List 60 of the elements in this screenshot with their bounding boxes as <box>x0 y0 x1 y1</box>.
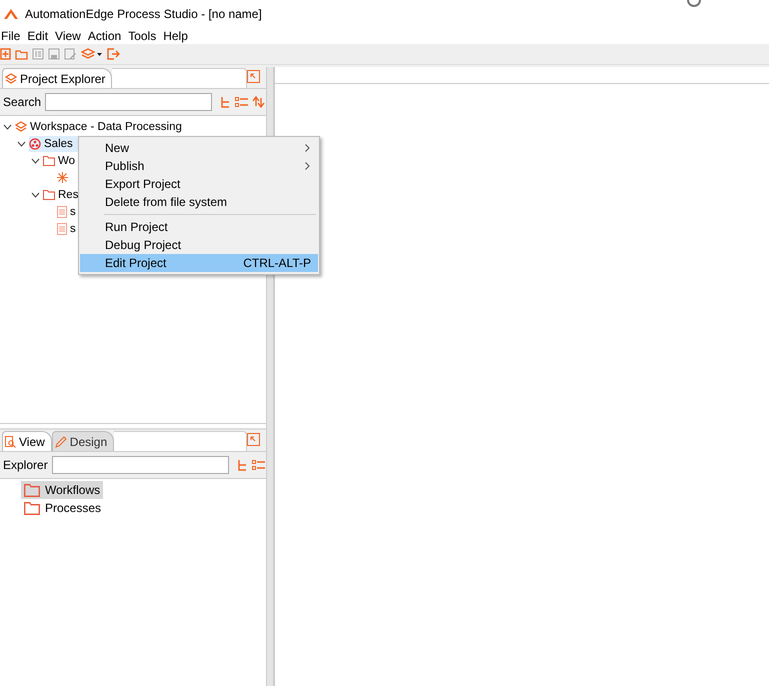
file-icon <box>57 222 67 234</box>
menu-item[interactable]: Export Project <box>80 175 318 193</box>
file-icon <box>57 206 67 218</box>
tree-item[interactable] <box>57 170 68 186</box>
asterisk-icon <box>57 172 68 183</box>
restore-icon[interactable] <box>247 70 260 83</box>
tree-item[interactable]: Workspace - Data Processing <box>15 118 182 134</box>
menu-item[interactable]: Publish <box>80 157 318 175</box>
menu-item[interactable]: Edit <box>26 29 54 43</box>
pencil-icon <box>54 436 67 448</box>
save-icon[interactable] <box>48 48 60 60</box>
chevron-down-icon[interactable] <box>17 140 26 146</box>
tree-item[interactable]: s <box>57 220 76 236</box>
search-field[interactable] <box>45 93 212 111</box>
menu-item[interactable]: Debug Project <box>80 236 318 254</box>
explorer-field[interactable] <box>52 456 229 474</box>
search-label: Search <box>3 95 42 109</box>
list-item[interactable]: Processes <box>21 499 104 517</box>
new-icon[interactable] <box>0 48 11 60</box>
folder-icon <box>43 156 55 166</box>
restore-icon[interactable] <box>247 433 260 446</box>
list-icon[interactable] <box>235 96 248 108</box>
list-item[interactable]: Workflows <box>21 481 104 499</box>
exit-icon[interactable] <box>107 48 120 60</box>
panel-tab[interactable]: View <box>2 431 52 451</box>
project-icon <box>29 138 41 150</box>
hierarchy-icon[interactable] <box>219 96 232 108</box>
chevron-down-icon[interactable] <box>31 192 40 198</box>
hierarchy-icon[interactable] <box>236 458 248 472</box>
save-as-icon[interactable] <box>64 48 77 60</box>
folder-icon <box>24 502 40 514</box>
layers-icon <box>15 120 27 132</box>
app-logo-icon <box>4 9 18 19</box>
document-icon[interactable] <box>32 48 44 60</box>
layers-icon <box>5 72 17 84</box>
loading-icon <box>687 0 701 8</box>
menu-item[interactable]: Delete from file system <box>80 193 318 211</box>
project-explorer-tab[interactable]: Project Explorer <box>2 68 112 88</box>
tree-item[interactable]: Res <box>43 186 78 202</box>
list-icon[interactable] <box>252 460 265 470</box>
folder-icon <box>43 190 55 200</box>
sync-icon[interactable] <box>252 96 266 108</box>
folder-icon <box>24 484 40 496</box>
menu-item[interactable]: Action <box>86 29 128 43</box>
chevron-down-icon[interactable] <box>3 124 12 130</box>
tree-item[interactable]: Wo <box>43 152 76 168</box>
menu-item[interactable]: Run Project <box>80 218 318 236</box>
tree-item[interactable]: s <box>57 204 76 220</box>
layers-icon[interactable] <box>81 48 103 60</box>
window-title: AutomationEdge Process Studio - [no name] <box>25 7 262 21</box>
explorer-label: Explorer <box>3 458 48 472</box>
magnifier-icon <box>5 436 16 448</box>
chevron-down-icon[interactable] <box>31 158 40 164</box>
panel-tab[interactable]: Design <box>52 431 114 451</box>
menu-item[interactable]: Tools <box>127 29 162 43</box>
menu-item[interactable]: View <box>54 29 87 43</box>
menu-item[interactable]: File <box>0 29 26 43</box>
folder-icon[interactable] <box>15 48 28 60</box>
menu-item[interactable]: Edit Project CTRL-ALT-P <box>80 254 318 272</box>
menu-item[interactable]: Help <box>162 29 194 43</box>
